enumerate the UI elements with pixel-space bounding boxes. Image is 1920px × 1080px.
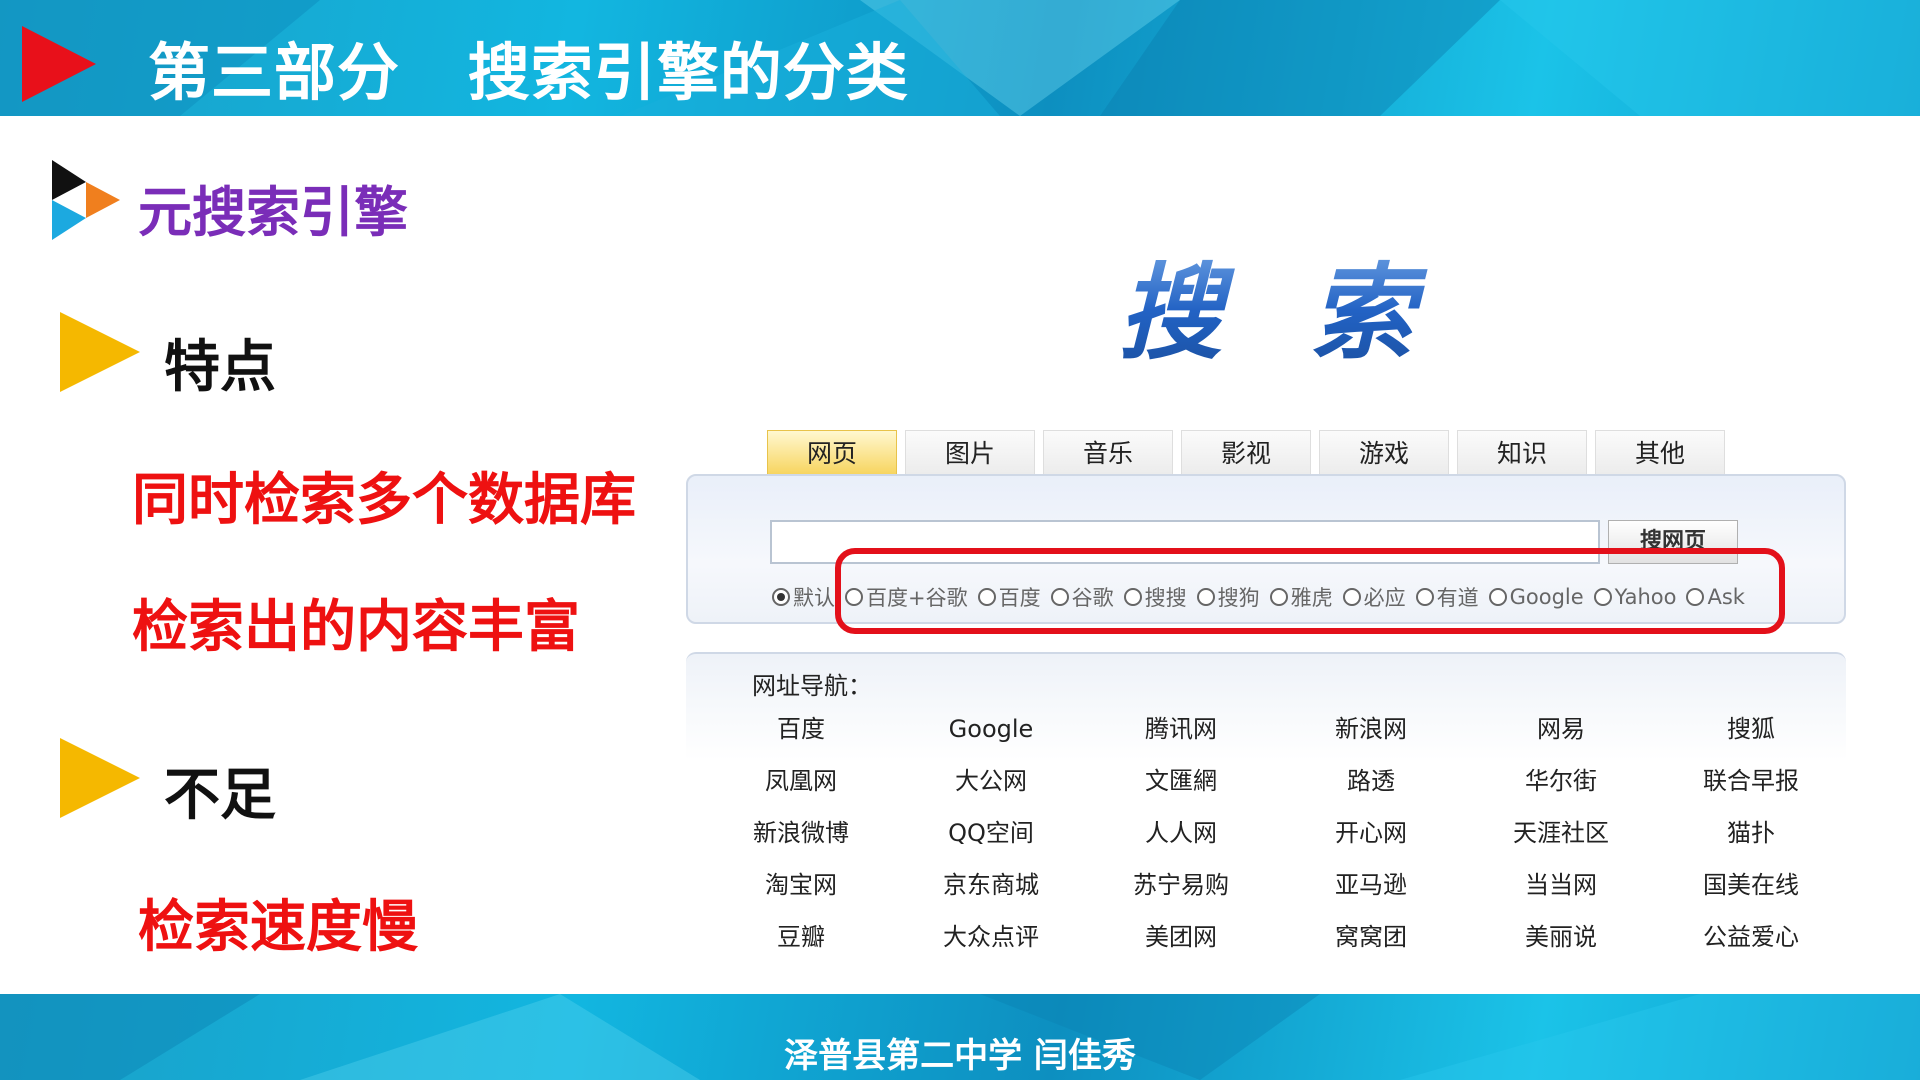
feature-point: 检索出的内容丰富 <box>132 595 580 660</box>
search-tabs: 网页 图片 音乐 影视 游戏 知识 其他 <box>767 430 1725 484</box>
nav-link[interactable]: 窝窝团 <box>1276 922 1466 974</box>
nav-link[interactable]: 淘宝网 <box>706 870 896 922</box>
nav-link[interactable]: 新浪网 <box>1276 714 1466 766</box>
nav-link[interactable]: QQ空间 <box>896 818 1086 870</box>
title-arrow-icon <box>22 26 96 102</box>
nav-link[interactable]: 猫扑 <box>1656 818 1846 870</box>
nav-grid: 百度 Google 腾讯网 新浪网 网易 搜狐凤凰网 大公网 文匯網 路透 华尔街 联合早报新浪微博… <box>706 714 1846 974</box>
radio-button[interactable] <box>772 588 790 606</box>
nav-link[interactable]: 大公网 <box>896 766 1086 818</box>
shortcomings-bullet-icon <box>60 738 140 818</box>
shortcomings-heading: 不足 <box>164 763 276 828</box>
nav-link[interactable]: 腾讯网 <box>1086 714 1276 766</box>
nav-link[interactable]: 美团网 <box>1086 922 1276 974</box>
nav-link[interactable]: 亚马逊 <box>1276 870 1466 922</box>
tab-images[interactable]: 图片 <box>905 430 1035 474</box>
engine-option[interactable]: 默认 <box>772 582 835 612</box>
feature-point: 同时检索多个数据库 <box>132 468 636 533</box>
section-marker-icon <box>52 160 120 240</box>
nav-link[interactable]: 大众点评 <box>896 922 1086 974</box>
nav-link[interactable]: 新浪微博 <box>706 818 896 870</box>
nav-panel: 网址导航： 百度 Google 腾讯网 新浪网 网易 搜狐凤凰网 大公网 文匯網 路透 华尔街 联合… <box>686 652 1846 958</box>
nav-link[interactable]: 路透 <box>1276 766 1466 818</box>
nav-link[interactable]: 凤凰网 <box>706 766 896 818</box>
nav-link[interactable]: 当当网 <box>1466 870 1656 922</box>
search-site-logo: 搜索 <box>1118 228 1502 379</box>
nav-link[interactable]: 开心网 <box>1276 818 1466 870</box>
nav-link[interactable]: 天涯社区 <box>1466 818 1656 870</box>
nav-link[interactable]: 华尔街 <box>1466 766 1656 818</box>
section-heading: 元搜索引擎 <box>138 181 408 244</box>
tab-video[interactable]: 影视 <box>1181 430 1311 474</box>
nav-link[interactable]: 文匯網 <box>1086 766 1276 818</box>
slide-title: 第三部分 搜索引擎的分类 <box>148 36 909 109</box>
tab-music[interactable]: 音乐 <box>1043 430 1173 474</box>
nav-label: 网址导航： <box>752 672 872 700</box>
nav-link[interactable]: 豆瓣 <box>706 922 896 974</box>
nav-link[interactable]: 公益爱心 <box>1656 922 1846 974</box>
shortcoming-point: 检索速度慢 <box>138 895 418 960</box>
nav-link[interactable]: 百度 <box>706 714 896 766</box>
engine-highlight-box <box>835 548 1785 634</box>
footer-text: 泽普县第二中学 闫佳秀 <box>784 1036 1136 1076</box>
nav-link[interactable]: 搜狐 <box>1656 714 1846 766</box>
nav-link[interactable]: Google <box>896 714 1086 766</box>
nav-link[interactable]: 人人网 <box>1086 818 1276 870</box>
tab-web[interactable]: 网页 <box>767 430 897 484</box>
tab-games[interactable]: 游戏 <box>1319 430 1449 474</box>
tab-other[interactable]: 其他 <box>1595 430 1725 474</box>
tab-knowledge[interactable]: 知识 <box>1457 430 1587 474</box>
engine-label: 默认 <box>793 586 835 610</box>
nav-link[interactable]: 美丽说 <box>1466 922 1656 974</box>
nav-link[interactable]: 网易 <box>1466 714 1656 766</box>
features-bullet-icon <box>60 312 140 392</box>
nav-link[interactable]: 国美在线 <box>1656 870 1846 922</box>
nav-link[interactable]: 苏宁易购 <box>1086 870 1276 922</box>
nav-link[interactable]: 京东商城 <box>896 870 1086 922</box>
nav-link[interactable]: 联合早报 <box>1656 766 1846 818</box>
features-heading: 特点 <box>164 335 276 400</box>
